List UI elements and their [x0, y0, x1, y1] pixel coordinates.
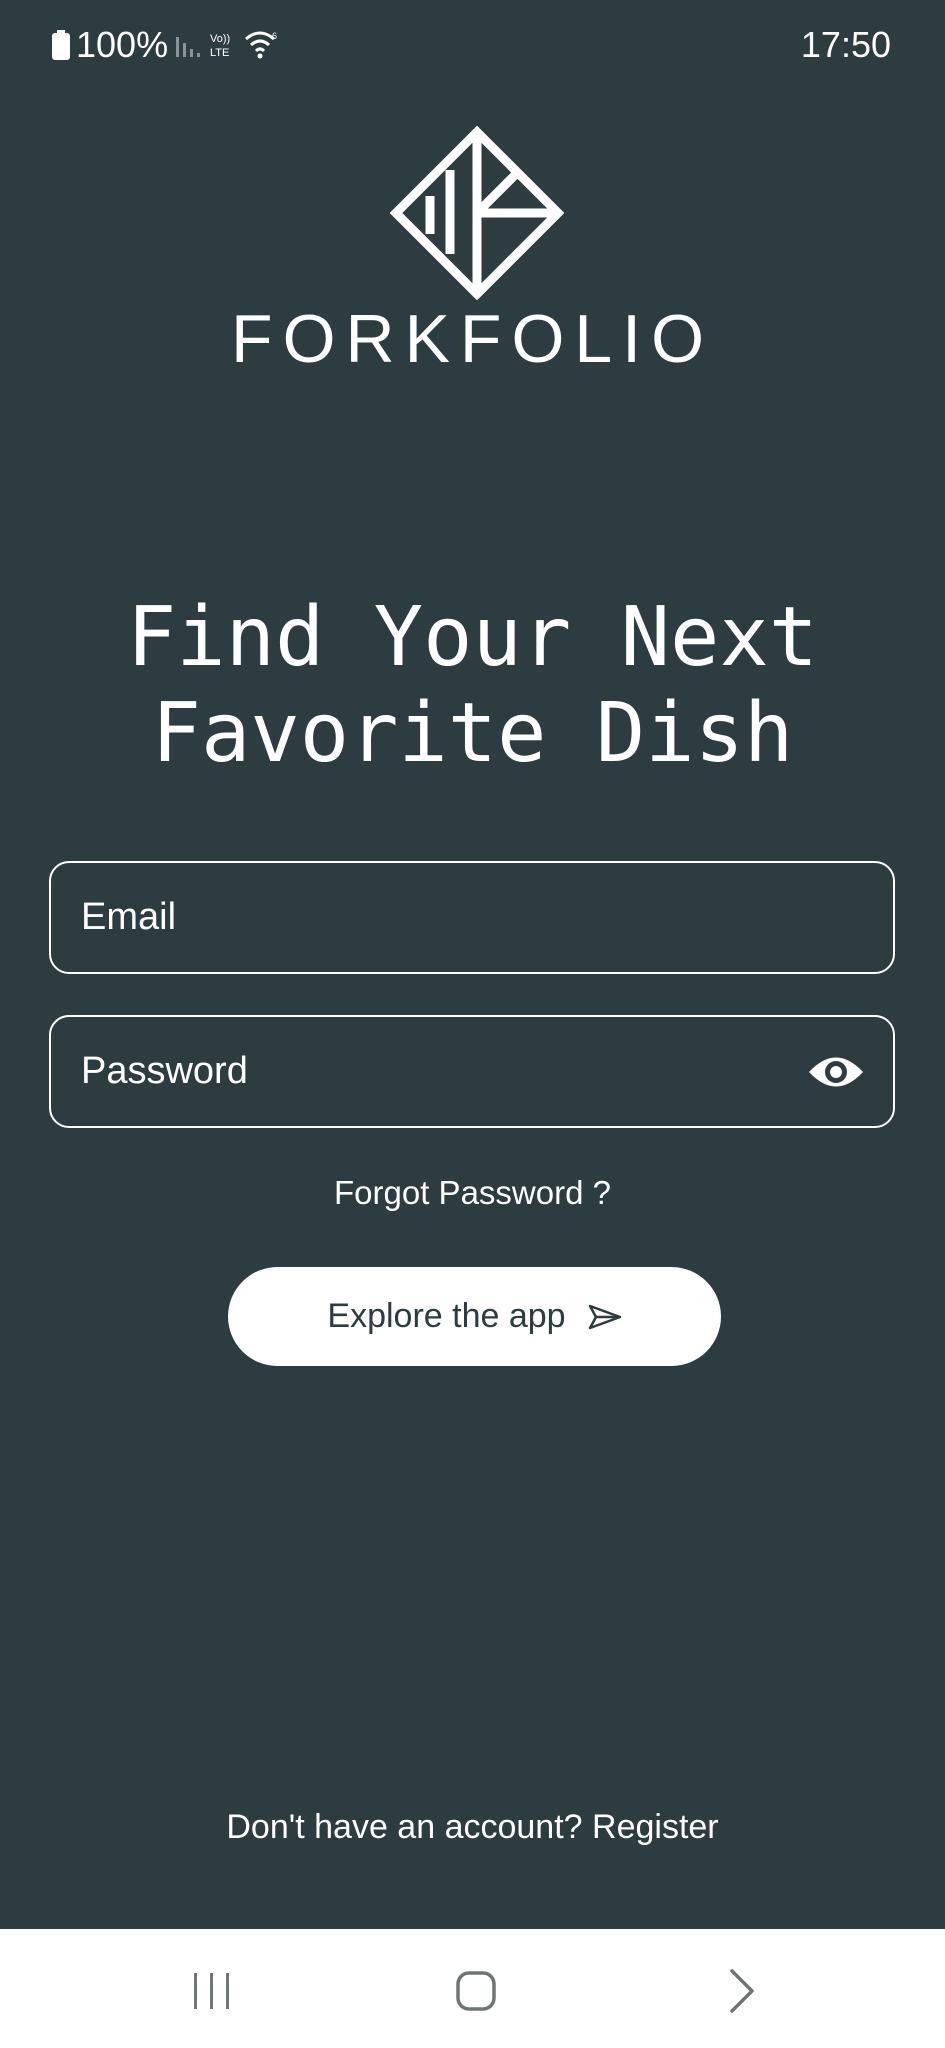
clock: 17:50	[800, 24, 891, 65]
password-field[interactable]	[51, 1016, 783, 1127]
svg-text:Vo)): Vo))	[210, 33, 230, 45]
status-left: 100% Vo)) LTE 6	[52, 24, 280, 66]
diamond-fork-logo-icon	[390, 126, 564, 300]
eye-icon[interactable]	[807, 1049, 865, 1095]
email-field-container	[49, 861, 895, 974]
recents-icon[interactable]	[182, 1961, 242, 2021]
back-icon[interactable]	[710, 1961, 770, 2021]
register-link[interactable]: Register	[592, 1808, 719, 1846]
headline-line-1: Find Your Next	[126, 590, 819, 685]
home-icon[interactable]	[446, 1961, 506, 2021]
battery-icon	[52, 30, 70, 60]
headline: Find Your Next Favorite Dish	[0, 590, 945, 782]
brand-name: FORKFOLIO	[231, 301, 714, 377]
send-icon	[588, 1304, 621, 1329]
wifi-6-icon: 6	[245, 31, 277, 59]
explore-app-label: Explore the app	[327, 1297, 566, 1335]
forgot-password-link[interactable]: Forgot Password ?	[0, 1174, 945, 1212]
status-bar: 100% Vo)) LTE 6 17:50	[0, 0, 945, 90]
svg-text:6: 6	[272, 31, 277, 41]
register-prompt: Don't have an account?	[226, 1808, 583, 1846]
headline-line-2: Favorite Dish	[151, 686, 794, 781]
email-field[interactable]	[51, 862, 783, 973]
volte-lte-icon: Vo)) LTE	[210, 33, 230, 59]
svg-text:LTE: LTE	[210, 47, 229, 59]
signal-bars-icon	[176, 37, 201, 57]
explore-app-button[interactable]: Explore the app	[228, 1267, 721, 1366]
system-nav-bar	[0, 1929, 945, 2048]
register-footer: Don't have an account? Register	[0, 1808, 945, 1847]
battery-percentage: 100%	[76, 24, 169, 65]
password-field-container	[49, 1015, 895, 1128]
